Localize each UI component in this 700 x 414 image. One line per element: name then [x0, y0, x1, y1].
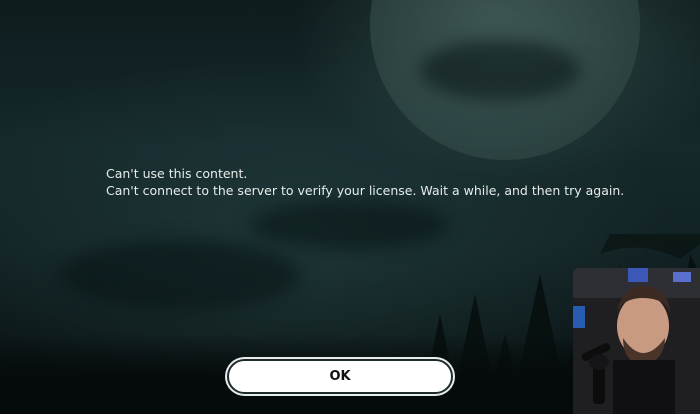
cloud-shape — [420, 40, 580, 100]
error-title: Can't use this content. — [106, 166, 248, 181]
person-webcam-icon — [573, 268, 700, 414]
error-message: Can't use this content. Can't connect to… — [106, 165, 666, 199]
webcam-overlay — [573, 268, 700, 414]
game-screen: Can't use this content. Can't connect to… — [0, 0, 700, 414]
ok-button[interactable]: OK — [229, 361, 451, 392]
error-detail: Can't connect to the server to verify yo… — [106, 183, 625, 198]
